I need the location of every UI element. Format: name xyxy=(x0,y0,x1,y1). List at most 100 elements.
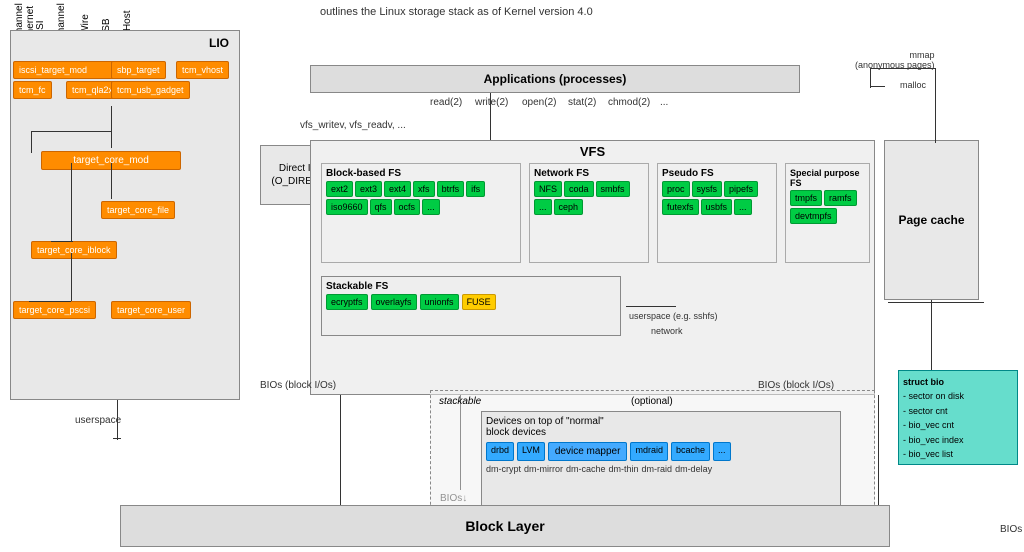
block-fs-box: Block-based FS ext2 ext3 ext4 xfs btrfs … xyxy=(321,163,521,263)
fs-ocfs: ocfs xyxy=(394,199,421,215)
arrow-v2 xyxy=(31,131,32,153)
syscall-read: read(2) xyxy=(430,97,462,108)
fs-ifs: ifs xyxy=(466,181,485,197)
syscall-open: open(2) xyxy=(522,97,556,108)
mmap-h-arrow xyxy=(870,68,935,69)
dev-bcache: bcache xyxy=(671,442,710,461)
network-label: network xyxy=(651,326,683,336)
struct-bio-item2: - sector cnt xyxy=(903,406,948,416)
arrow-tip1 xyxy=(113,438,121,439)
fs-ext4: ext4 xyxy=(384,181,411,197)
page-cache-box: Page cache xyxy=(884,140,979,300)
v-arrow-right xyxy=(878,395,879,505)
arrow-v1 xyxy=(111,106,112,148)
devices-box: Devices on top of "normal"block devices … xyxy=(481,411,841,516)
mmap-v-arrow xyxy=(870,68,871,88)
struct-bio-item5: - bio_vec list xyxy=(903,449,953,459)
lio-box: LIO tcm_fc iscsi_target_mod tcm_qla2xxx … xyxy=(10,30,240,400)
mmap-label: mmap(anonymous pages) xyxy=(855,50,935,70)
mod-target-core-iblock: target_core_iblock xyxy=(31,241,117,259)
vfs-label: VFS xyxy=(580,144,605,159)
dm-cache: dm-cache xyxy=(566,464,606,474)
pseudo-fs-items: proc sysfs pipefs futexfs usbfs ... xyxy=(662,181,772,215)
dev-mdraid: mdraid xyxy=(630,442,668,461)
fs-net-etc: ... xyxy=(534,199,552,215)
fs-xfs: xfs xyxy=(413,181,435,197)
fs-ceph: ceph xyxy=(554,199,584,215)
syscall-chmod: chmod(2) xyxy=(608,97,650,108)
network-fs-label: Network FS xyxy=(534,168,644,179)
mod-tcm-fc: tcm_fc xyxy=(13,81,52,99)
struct-bio-label: struct bio xyxy=(903,377,944,387)
fs-usbfs: usbfs xyxy=(701,199,733,215)
fs-ramfs: ramfs xyxy=(824,190,857,206)
network-fs-items: NFS coda smbfs ... ceph xyxy=(534,181,644,215)
dm-thin: dm-thin xyxy=(609,464,639,474)
fs-btrfs: btrfs xyxy=(437,181,465,197)
struct-bio-item4: - bio_vec index xyxy=(903,435,964,445)
page-cache-label: Page cache xyxy=(898,213,964,227)
arrow-h1 xyxy=(31,131,111,132)
pseudo-fs-box: Pseudo FS proc sysfs pipefs futexfs usbf… xyxy=(657,163,777,263)
block-fs-label: Block-based FS xyxy=(326,168,516,179)
fs-smbfs: smbfs xyxy=(596,181,630,197)
pseudo-fs-label: Pseudo FS xyxy=(662,168,772,179)
mod-target-core-file: target_core_file xyxy=(101,201,175,219)
bios-label-1: BIOs (block I/Os) xyxy=(260,380,336,391)
fs-ext3: ext3 xyxy=(355,181,382,197)
arrow-h3 xyxy=(29,301,71,302)
lio-label: LIO xyxy=(209,36,229,50)
page-cache-down-arrow xyxy=(931,300,932,370)
mod-tcm-vhost: tcm_vhost xyxy=(176,61,229,79)
optional-box: stackable (optional) Devices on top of "… xyxy=(430,390,875,520)
mod-tcm-usb: tcm_usb_gadget xyxy=(111,81,190,99)
fs-iso9660: iso9660 xyxy=(326,199,368,215)
fs-unionfs: unionfs xyxy=(420,294,459,310)
dm-raid: dm-raid xyxy=(642,464,673,474)
dm-crypt: dm-crypt xyxy=(486,464,521,474)
block-fs-items: ext2 ext3 ext4 xfs btrfs ifs iso9660 qfs… xyxy=(326,181,516,215)
block-layer-box: Block Layer xyxy=(120,505,890,547)
fuse-arrow xyxy=(626,306,676,307)
devices-label: Devices on top of "normal"block devices xyxy=(486,416,836,438)
network-fs-box: Network FS NFS coda smbfs ... ceph xyxy=(529,163,649,263)
malloc-label: malloc xyxy=(900,80,926,90)
struct-bio-item3: - bio_vec cnt xyxy=(903,420,954,430)
special-fs-box: Special purpose FS tmpfs ramfs devtmpfs xyxy=(785,163,870,263)
stackable-fs-box: Stackable FS ecryptfs overlayfs unionfs … xyxy=(321,276,621,336)
syscall-etc: ... xyxy=(660,97,668,108)
dm-delay: dm-delay xyxy=(675,464,712,474)
mod-sbp-target: sbp_target xyxy=(111,61,166,79)
dm-mirror: dm-mirror xyxy=(524,464,563,474)
fs-proc: proc xyxy=(662,181,690,197)
fs-pipefs: pipefs xyxy=(724,181,758,197)
dev-device-mapper: device mapper xyxy=(548,442,628,461)
fs-qfs: qfs xyxy=(370,199,392,215)
userspace-sshfs-label: userspace (e.g. sshfs) xyxy=(629,311,718,321)
arrow-v3 xyxy=(111,163,112,199)
applications-bar: Applications (processes) xyxy=(310,65,800,93)
fs-tmpfs: tmpfs xyxy=(790,190,822,206)
stackable-fs-label: Stackable FS xyxy=(326,281,616,292)
struct-bio-box: struct bio - sector on disk - sector cnt… xyxy=(898,370,1018,465)
stackable-label: stackable xyxy=(439,396,481,407)
dm-items: dm-crypt dm-mirror dm-cache dm-thin dm-r… xyxy=(486,464,836,474)
bios-label-5: BIOs xyxy=(1000,524,1022,535)
syscall-stat: stat(2) xyxy=(568,97,596,108)
arrow-v5 xyxy=(71,253,72,301)
vfs-writev-label: vfs_writev, vfs_readv, ... xyxy=(300,120,406,131)
fs-futexfs: futexfs xyxy=(662,199,699,215)
special-fs-items: tmpfs ramfs devtmpfs xyxy=(790,190,865,224)
lio-down-arrow xyxy=(117,400,118,440)
applications-label: Applications (processes) xyxy=(484,72,627,86)
diagram-container: outlines the Linux storage stack as of K… xyxy=(0,0,1024,552)
dev-lvm: LVM xyxy=(517,442,545,461)
optional-label: (optional) xyxy=(631,396,673,407)
special-fs-label: Special purpose FS xyxy=(790,168,865,188)
fs-block-etc: ... xyxy=(422,199,440,215)
arrow-v4 xyxy=(71,163,72,241)
h-arrow-right xyxy=(888,302,984,303)
mod-target-core-pscsi: target_core_pscsi xyxy=(13,301,96,319)
v-arrow-left xyxy=(340,395,341,505)
struct-bio-item1: - sector on disk xyxy=(903,391,964,401)
